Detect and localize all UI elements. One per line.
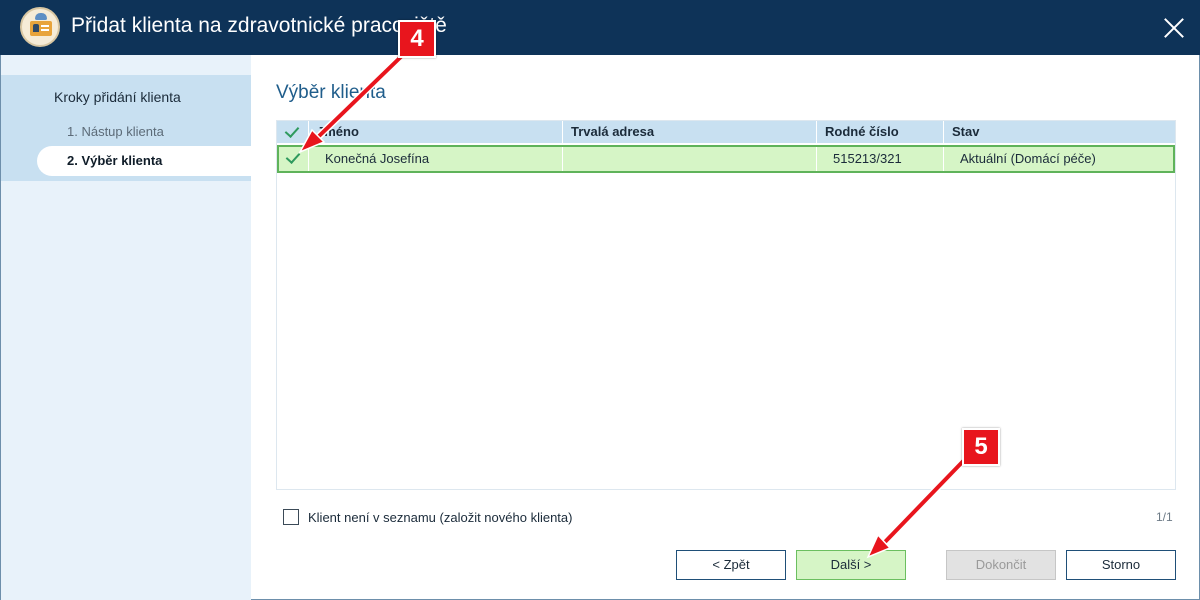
callout-badge-4: 4 (398, 20, 436, 58)
wizard-sidebar: Kroky přidání klienta 1. Nástup klienta … (0, 55, 252, 600)
next-button[interactable]: Další > (796, 550, 906, 580)
cancel-button[interactable]: Storno (1066, 550, 1176, 580)
back-button[interactable]: < Zpět (676, 550, 786, 580)
step-client-selection[interactable]: 2. Výběr klienta (37, 146, 252, 176)
wizard-content: Výběr klienta Jméno Trvalá adresa Rodné … (251, 55, 1200, 600)
callout-badge-5: 5 (962, 428, 1000, 466)
table-header: Jméno Trvalá adresa Rodné číslo Stav (277, 121, 1175, 143)
column-header-status[interactable]: Stav (944, 121, 1175, 143)
row-check-cell[interactable] (279, 147, 309, 171)
new-client-checkbox[interactable] (283, 509, 299, 525)
step-client-admission[interactable]: 1. Nástup klienta (67, 124, 164, 139)
cell-address (563, 147, 817, 171)
step-client-selection-label: 2. Výběr klienta (67, 153, 163, 168)
select-all-column[interactable] (277, 121, 309, 143)
column-header-birth-number[interactable]: Rodné číslo (817, 121, 944, 143)
column-header-address[interactable]: Trvalá adresa (563, 121, 817, 143)
table-row[interactable]: Konečná Josefína 515213/321 Aktuální (Do… (277, 145, 1175, 173)
window-title: Přidat klienta na zdravotnické pracovišt… (71, 14, 447, 37)
steps-title: Kroky přidání klienta (54, 89, 181, 105)
check-icon (286, 150, 302, 166)
finish-button: Dokončit (946, 550, 1056, 580)
new-client-label: Klient není v seznamu (založit nového kl… (308, 510, 573, 525)
section-title: Výběr klienta (276, 82, 386, 103)
client-table: Jméno Trvalá adresa Rodné číslo Stav Kon… (276, 120, 1176, 490)
check-icon (285, 124, 301, 140)
cell-birth-number: 515213/321 (817, 147, 944, 171)
page-indicator: 1/1 (1156, 510, 1173, 524)
close-icon[interactable] (1158, 12, 1190, 44)
title-bar: Přidat klienta na zdravotnické pracovišt… (0, 0, 1200, 55)
column-header-name[interactable]: Jméno (309, 121, 563, 143)
cell-name: Konečná Josefína (309, 147, 563, 171)
client-card-icon (20, 7, 60, 47)
cell-status: Aktuální (Domácí péče) (960, 151, 1096, 166)
